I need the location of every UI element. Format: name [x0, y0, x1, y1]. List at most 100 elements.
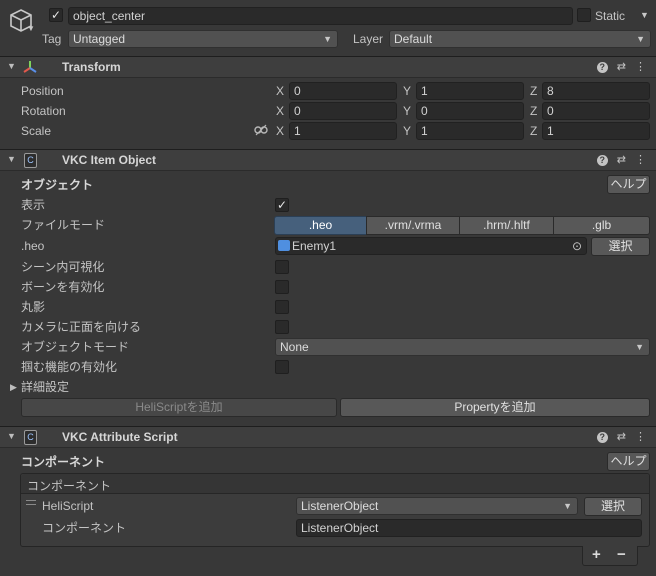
static-checkbox[interactable] [577, 8, 591, 22]
object-mode-label: オブジェクトモード [21, 340, 130, 354]
layer-label: Layer [353, 32, 384, 46]
scale-y-field[interactable]: 1 [416, 122, 524, 140]
component-label: コンポーネント [42, 521, 127, 535]
presets-icon[interactable]: ⇄ [617, 61, 626, 73]
rotation-z-axis[interactable]: Z [530, 102, 537, 120]
static-dropdown-icon[interactable]: ▼ [640, 10, 649, 20]
position-x-field[interactable]: 0 [289, 82, 397, 100]
heliscript-select-button[interactable]: 選択 [584, 497, 642, 516]
advanced-settings-label[interactable]: 詳細設定 [21, 378, 69, 396]
chevron-down-icon: ▼ [635, 342, 644, 352]
object-mode-dropdown[interactable]: None ▼ [275, 338, 650, 356]
tag-dropdown[interactable]: Untagged ▼ [68, 30, 338, 48]
add-item-button[interactable]: + [592, 546, 601, 563]
scale-z-field[interactable]: 1 [542, 122, 650, 140]
heo-asset-icon [278, 240, 290, 251]
advanced-foldout-arrow-icon[interactable]: ▶ [10, 382, 17, 393]
transform-header[interactable]: ▼ Transform ? ⇄ ⋮ [0, 56, 656, 78]
component-section-label: コンポーネント [21, 455, 106, 469]
position-y-field[interactable]: 1 [416, 82, 524, 100]
transform-title: Transform [62, 60, 121, 74]
constrain-proportions-link-icon[interactable] [254, 124, 268, 139]
file-mode-vrm-tab[interactable]: .vrm/.vrma [366, 216, 460, 235]
scene-visible-checkbox[interactable] [275, 260, 289, 274]
file-mode-hrm-tab[interactable]: .hrm/.hltf [459, 216, 554, 235]
vkc-attr-header[interactable]: ▼ C VKC Attribute Script ? ⇄ ⋮ [0, 426, 656, 448]
heo-select-button[interactable]: 選択 [591, 237, 650, 256]
position-x-axis[interactable]: X [276, 82, 284, 100]
layer-dropdown[interactable]: Default ▼ [389, 30, 651, 48]
file-mode-heo-tab[interactable]: .heo [274, 216, 367, 235]
position-label: Position [21, 84, 64, 98]
rotation-x-field[interactable]: 0 [289, 102, 397, 120]
attr-help-button[interactable]: ヘルプ [607, 452, 650, 471]
position-z-field[interactable]: 8 [542, 82, 650, 100]
vkc-attr-title: VKC Attribute Script [62, 430, 178, 444]
rotation-y-field[interactable]: 0 [416, 102, 524, 120]
add-heliscript-button[interactable]: HeliScriptを追加 [21, 398, 337, 417]
heliscript-value: ListenerObject [301, 499, 379, 513]
position-z-axis[interactable]: Z [530, 82, 537, 100]
object-picker-icon[interactable]: ⊙ [572, 238, 582, 254]
bone-enable-label: ボーンを有効化 [21, 280, 105, 294]
context-menu-icon[interactable]: ⋮ [635, 61, 646, 73]
remove-item-button[interactable]: − [617, 546, 626, 563]
rotation-x-axis[interactable]: X [276, 102, 284, 120]
gameobject-icon-dropdown-icon[interactable]: ▼ [27, 24, 35, 33]
component-list-header-label: コンポーネント [27, 479, 112, 493]
object-section-label: オブジェクト [21, 178, 94, 192]
presets-icon[interactable]: ⇄ [617, 431, 626, 443]
component-field[interactable]: ListenerObject [296, 519, 642, 537]
vkc-item-title: VKC Item Object [62, 153, 157, 167]
face-camera-label: カメラに正面を向ける [21, 320, 142, 334]
rotation-y-axis[interactable]: Y [403, 102, 411, 120]
chevron-down-icon: ▼ [563, 501, 572, 511]
display-checkbox[interactable]: ✓ [275, 198, 289, 212]
position-y-axis[interactable]: Y [403, 82, 411, 100]
tag-value: Untagged [73, 32, 126, 46]
presets-icon[interactable]: ⇄ [617, 154, 626, 166]
round-shadow-label: 丸影 [21, 300, 46, 314]
scale-label: Scale [21, 124, 52, 138]
bone-enable-checkbox[interactable] [275, 280, 289, 294]
face-camera-checkbox[interactable] [275, 320, 289, 334]
scale-z-axis[interactable]: Z [530, 122, 537, 140]
component-list-header: コンポーネント [21, 474, 649, 494]
tag-label: Tag [42, 32, 62, 46]
foldout-arrow-icon[interactable]: ▼ [7, 61, 16, 71]
scale-x-axis[interactable]: X [276, 122, 284, 140]
help-icon[interactable]: ? [596, 155, 608, 166]
script-icon: C [24, 153, 37, 168]
file-mode-label: ファイルモード [21, 218, 106, 232]
transform-axes-icon [22, 59, 38, 78]
static-label: Static [595, 9, 626, 23]
rotation-label: Rotation [21, 104, 66, 118]
scale-y-axis[interactable]: Y [403, 122, 411, 140]
scene-visible-label: シーン内可視化 [21, 260, 105, 274]
add-property-button[interactable]: Propertyを追加 [340, 398, 650, 417]
grab-enable-checkbox[interactable] [275, 360, 289, 374]
foldout-arrow-icon[interactable]: ▼ [7, 431, 16, 441]
vkc-item-header[interactable]: ▼ C VKC Item Object ? ⇄ ⋮ [0, 149, 656, 171]
help-icon[interactable]: ? [596, 432, 608, 443]
round-shadow-checkbox[interactable] [275, 300, 289, 314]
display-label: 表示 [21, 198, 46, 212]
help-icon[interactable]: ? [596, 62, 608, 73]
active-checkbox[interactable]: ✓ [49, 8, 63, 22]
foldout-arrow-icon[interactable]: ▼ [7, 154, 16, 164]
heliscript-label: HeliScript [42, 499, 94, 513]
drag-handle-icon[interactable] [26, 500, 36, 505]
context-menu-icon[interactable]: ⋮ [635, 431, 646, 443]
rotation-z-field[interactable]: 0 [542, 102, 650, 120]
object-name-field[interactable]: object_center [68, 7, 573, 25]
list-footer-buttons: + − [582, 546, 638, 566]
heo-object-field[interactable]: Enemy1 ⊙ [275, 237, 587, 255]
grab-enable-label: 掴む機能の有効化 [21, 360, 118, 374]
item-help-button[interactable]: ヘルプ [607, 175, 650, 194]
chevron-down-icon: ▼ [323, 34, 332, 44]
scale-x-field[interactable]: 1 [289, 122, 397, 140]
context-menu-icon[interactable]: ⋮ [635, 154, 646, 166]
layer-value: Default [394, 32, 433, 46]
file-mode-glb-tab[interactable]: .glb [553, 216, 650, 235]
heliscript-dropdown[interactable]: ListenerObject ▼ [296, 497, 578, 515]
